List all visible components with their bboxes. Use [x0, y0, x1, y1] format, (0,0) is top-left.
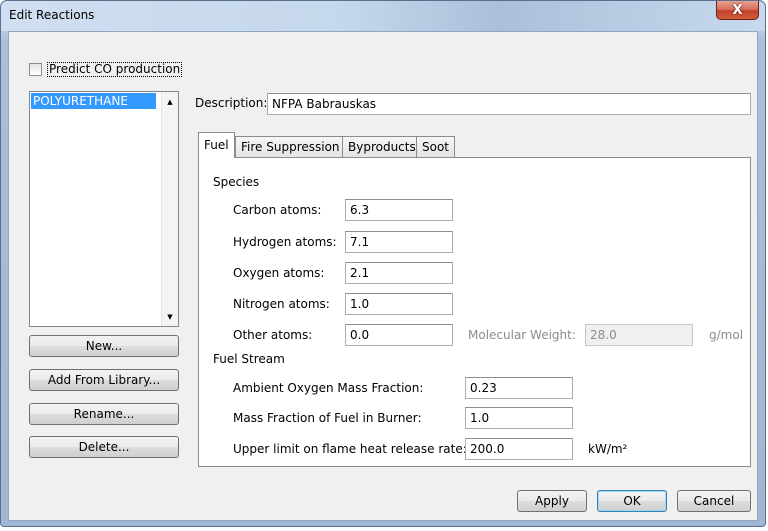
hrr-limit-unit: kW/m²	[588, 442, 628, 456]
fuel-in-burner-input[interactable]: 1.0	[465, 407, 573, 429]
description-label: Description:	[195, 96, 268, 110]
close-button[interactable]: X	[716, 1, 759, 20]
tab-soot[interactable]: Soot	[416, 136, 456, 157]
molecular-weight-unit: g/mol	[709, 328, 744, 342]
scroll-up-icon[interactable]: ▲	[162, 93, 178, 110]
ok-button[interactable]: OK	[597, 490, 667, 512]
edit-reactions-window: Edit Reactions X Predict CO production P…	[0, 0, 766, 527]
predict-co-label[interactable]: Predict CO production	[47, 62, 183, 77]
fuel-stream-group-title: Fuel Stream	[213, 352, 291, 366]
molecular-weight-input: 28.0	[585, 324, 693, 346]
ambient-oxygen-label: Ambient Oxygen Mass Fraction:	[233, 381, 424, 395]
list-scrollbar[interactable]: ▲ ▼	[161, 92, 178, 326]
nitrogen-atoms-label: Nitrogen atoms:	[233, 297, 330, 311]
hrr-limit-label: Upper limit on flame heat release rate:	[233, 442, 467, 456]
other-atoms-label: Other atoms:	[233, 328, 313, 342]
oxygen-atoms-label: Oxygen atoms:	[233, 266, 325, 280]
carbon-atoms-input[interactable]: 6.3	[345, 199, 453, 221]
dialog-client-area: Predict CO production POLYURETHANE ▲ ▼ N…	[8, 31, 758, 521]
tab-byproducts[interactable]: Byproducts	[342, 136, 422, 157]
add-from-library-button[interactable]: Add From Library...	[29, 369, 179, 391]
molecular-weight-label: Molecular Weight:	[468, 328, 576, 342]
tab-fuel[interactable]: Fuel	[198, 132, 235, 158]
hrr-limit-input[interactable]: 200.0	[465, 438, 573, 460]
species-separator	[267, 183, 739, 184]
window-title: Edit Reactions	[9, 8, 95, 22]
delete-button[interactable]: Delete...	[29, 436, 179, 458]
scroll-down-icon[interactable]: ▼	[162, 308, 178, 325]
ambient-oxygen-input[interactable]: 0.23	[465, 377, 573, 399]
fuel-in-burner-label: Mass Fraction of Fuel in Burner:	[233, 411, 422, 425]
hydrogen-atoms-input[interactable]: 7.1	[345, 231, 453, 253]
tab-fire-suppression[interactable]: Fire Suppression	[235, 136, 346, 157]
other-atoms-input[interactable]: 0.0	[345, 324, 453, 346]
species-group-title: Species	[213, 175, 266, 189]
title-bar[interactable]: Edit Reactions X	[1, 1, 765, 31]
nitrogen-atoms-input[interactable]: 1.0	[345, 293, 453, 315]
predict-co-checkbox[interactable]	[29, 63, 42, 76]
close-icon: X	[732, 2, 743, 18]
cancel-button[interactable]: Cancel	[677, 490, 751, 512]
fuel-stream-separator	[295, 360, 739, 361]
carbon-atoms-label: Carbon atoms:	[233, 203, 322, 217]
fuel-tab-panel: Species Carbon atoms: 6.3 Hydrogen atoms…	[198, 157, 751, 467]
description-input[interactable]: NFPA Babrauskas	[267, 93, 751, 115]
hydrogen-atoms-label: Hydrogen atoms:	[233, 235, 337, 249]
list-item[interactable]: POLYURETHANE	[31, 93, 156, 109]
oxygen-atoms-input[interactable]: 2.1	[345, 262, 453, 284]
reactions-list[interactable]: POLYURETHANE ▲ ▼	[29, 91, 179, 327]
apply-button[interactable]: Apply	[517, 490, 587, 512]
rename-button[interactable]: Rename...	[29, 403, 179, 425]
new-button[interactable]: New...	[29, 335, 179, 357]
